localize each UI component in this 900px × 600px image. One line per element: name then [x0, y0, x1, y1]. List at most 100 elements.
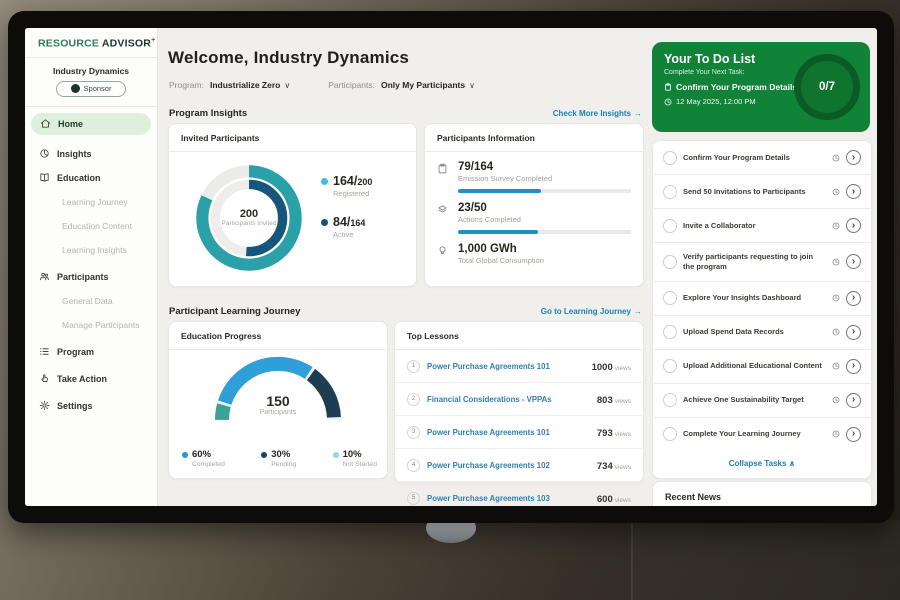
lesson-row: 5 Power Purchase Agreements 103 600views	[395, 482, 643, 506]
registered-total: 200	[357, 177, 372, 187]
task-checkbox[interactable]	[663, 359, 677, 373]
task-row[interactable]: Send 50 Invitations to Participants ›	[653, 175, 871, 209]
sidebar-item-label: General Data	[62, 296, 113, 306]
lesson-link[interactable]: Power Purchase Agreements 103	[427, 494, 590, 503]
active-label: Active	[333, 230, 372, 239]
stat-emission-survey: 79/164 Emission Survey Completed	[425, 152, 643, 193]
rank-badge: 2	[407, 393, 420, 406]
task-row[interactable]: Upload Additional Educational Content ›	[653, 350, 871, 384]
rank-badge: 5	[407, 492, 420, 505]
go-to-learning-journey-link[interactable]: Go to Learning Journey→	[541, 307, 642, 316]
divider	[25, 57, 157, 58]
learning-journey-header: Participant Learning Journey Go to Learn…	[169, 306, 642, 317]
clipboard-icon	[664, 83, 672, 91]
task-go-button[interactable]: ›	[846, 184, 861, 199]
clock-icon	[832, 294, 840, 302]
task-go-button[interactable]: ›	[846, 427, 861, 442]
task-go-button[interactable]: ›	[846, 359, 861, 374]
task-row[interactable]: Verify participants requesting to join t…	[653, 243, 871, 282]
task-label: Upload Additional Educational Content	[683, 361, 826, 371]
sidebar-item-learning-journey[interactable]: Learning Journey	[25, 190, 157, 214]
legend-registered: 164/200 Registered	[321, 174, 372, 198]
lesson-link[interactable]: Power Purchase Agreements 102	[427, 461, 590, 470]
participants-value: Only My Participants	[381, 80, 465, 90]
task-go-button[interactable]: ›	[846, 393, 861, 408]
program-filter-label: Program:	[169, 80, 204, 90]
sidebar-item-participants[interactable]: Participants	[25, 265, 157, 289]
sidebar-item-learning-insights[interactable]: Learning Insights	[25, 238, 157, 262]
participants-select[interactable]: Only My Participants ∨	[381, 80, 475, 90]
sidebar-item-settings[interactable]: Settings	[25, 394, 157, 418]
task-row[interactable]: Complete Your Learning Journey ›	[653, 418, 871, 451]
sidebar-item-manage-participants[interactable]: Manage Participants	[25, 313, 157, 337]
task-row[interactable]: Invite a Collaborator ›	[653, 209, 871, 243]
completed-pct: 60%	[192, 449, 211, 460]
invited-participants-card: Invited Participants 200 Participants In…	[168, 123, 417, 287]
clock-icon	[832, 154, 840, 162]
views-suffix: views	[615, 365, 631, 372]
views-count: 600	[597, 494, 613, 505]
task-checkbox[interactable]	[663, 151, 677, 165]
chevron-right-icon: ›	[852, 186, 855, 197]
sidebar-item-education-content[interactable]: Education Content	[25, 214, 157, 238]
task-row[interactable]: Achieve One Sustainability Target ›	[653, 384, 871, 418]
stat-value: 79/164	[458, 161, 631, 173]
task-checkbox[interactable]	[663, 219, 677, 233]
task-checkbox[interactable]	[663, 291, 677, 305]
lesson-row: 3 Power Purchase Agreements 101 793views	[395, 416, 643, 449]
stat-value: 1,000 GWh	[458, 243, 631, 255]
invited-count: 200	[240, 208, 258, 220]
lesson-link[interactable]: Power Purchase Agreements 101	[427, 362, 585, 371]
task-checkbox[interactable]	[663, 255, 677, 269]
completed-dot-icon	[182, 452, 188, 458]
people-icon	[39, 271, 50, 282]
sidebar-item-education[interactable]: Education	[25, 166, 157, 190]
sidebar-item-home[interactable]: Home	[31, 113, 151, 135]
task-go-button[interactable]: ›	[846, 254, 861, 269]
lesson-row: 4 Power Purchase Agreements 102 734views	[395, 449, 643, 482]
list-icon	[39, 346, 50, 357]
sidebar-item-label: Program	[57, 347, 94, 357]
task-go-button[interactable]: ›	[846, 325, 861, 340]
sidebar: RESOURCE ADVISOR+ Industry Dynamics Spon…	[25, 28, 158, 506]
sidebar-item-program[interactable]: Program	[25, 340, 157, 364]
card-title: Education Progress	[169, 322, 387, 350]
task-checkbox[interactable]	[663, 185, 677, 199]
task-checkbox[interactable]	[663, 325, 677, 339]
dashboard-screen: RESOURCE ADVISOR+ Industry Dynamics Spon…	[25, 28, 877, 506]
views-count: 734	[597, 461, 613, 472]
sidebar-item-take-action[interactable]: Take Action	[25, 367, 157, 391]
sponsor-icon	[71, 84, 80, 93]
task-go-button[interactable]: ›	[846, 218, 861, 233]
progress-track	[458, 230, 631, 234]
task-go-button[interactable]: ›	[846, 291, 861, 306]
layers-icon	[437, 202, 450, 234]
logo-resource: RESOURCE	[38, 38, 99, 50]
task-checkbox[interactable]	[663, 393, 677, 407]
sidebar-item-label: Manage Participants	[62, 320, 140, 330]
progress-fill	[458, 189, 541, 193]
task-row[interactable]: Confirm Your Program Details ›	[653, 141, 871, 175]
rank-badge: 4	[407, 459, 420, 472]
task-row[interactable]: Explore Your Insights Dashboard ›	[653, 282, 871, 316]
lesson-link[interactable]: Financial Considerations - VPPAs	[427, 395, 590, 404]
invited-count-label: Participants Invited	[220, 220, 278, 229]
program-select[interactable]: Industrialize Zero ∨	[210, 80, 290, 90]
donut-center: 200 Participants Invited	[193, 162, 305, 274]
sidebar-item-general-data[interactable]: General Data	[25, 289, 157, 313]
pending-dot-icon	[261, 452, 267, 458]
task-row[interactable]: Upload Spend Data Records ›	[653, 316, 871, 350]
sidebar-item-insights[interactable]: Insights	[25, 142, 157, 166]
book-icon	[39, 172, 50, 183]
collapse-tasks-link[interactable]: Collapse Tasks ∧	[653, 451, 871, 476]
invited-donut-chart: 200 Participants Invited	[193, 162, 305, 274]
arrow-right-icon: →	[634, 109, 642, 118]
check-more-insights-link[interactable]: Check More Insights→	[553, 109, 642, 118]
logo-plus: +	[151, 37, 155, 44]
task-go-button[interactable]: ›	[846, 150, 861, 165]
lesson-link[interactable]: Power Purchase Agreements 101	[427, 428, 590, 437]
rank-badge: 1	[407, 360, 420, 373]
chevron-right-icon: ›	[852, 292, 855, 303]
task-checkbox[interactable]	[663, 427, 677, 441]
chevron-down-icon: ∨	[469, 81, 475, 90]
